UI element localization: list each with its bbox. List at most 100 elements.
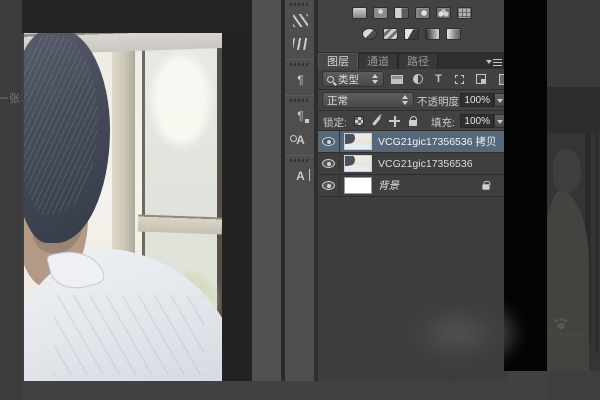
type-layer-icon: T xyxy=(435,73,442,85)
background-dark-band xyxy=(547,87,600,133)
layer-thumbnail[interactable] xyxy=(344,133,372,150)
adjustments-panel xyxy=(318,0,506,52)
tab-paths[interactable]: 路径 xyxy=(398,53,438,69)
filter-pixel-layers-button[interactable] xyxy=(388,71,405,87)
opacity-value: 100% xyxy=(464,95,490,106)
eye-icon xyxy=(322,159,335,168)
layer-name: VCG21gic17356536 xyxy=(378,157,473,170)
filter-kind-label: 类型 xyxy=(338,73,359,86)
dock-grip-handle[interactable] xyxy=(289,159,310,162)
levels-icon[interactable] xyxy=(352,7,367,19)
layer-row-original[interactable]: VCG21gic17356536 xyxy=(318,152,506,175)
fill-value: 100% xyxy=(464,116,490,127)
eye-icon xyxy=(322,137,335,146)
invert-icon[interactable] xyxy=(362,28,377,40)
filter-shape-layers-button[interactable] xyxy=(451,71,468,87)
selective-color-icon[interactable] xyxy=(446,28,461,40)
paragraph-styles-glyph: ¶ xyxy=(297,109,310,123)
filter-kind-dropdown[interactable]: 类型 xyxy=(322,71,384,87)
left-edge-strip: 一张模 xyxy=(0,0,22,400)
character-styles-glyph: A xyxy=(290,133,305,147)
lock-transparent-pixels-icon[interactable] xyxy=(351,114,366,128)
photo-canvas[interactable] xyxy=(24,33,222,381)
opacity-value-field[interactable]: 100% xyxy=(460,93,494,107)
blend-mode-dropdown[interactable]: 正常 xyxy=(322,92,414,108)
dock-separator xyxy=(285,155,314,156)
layer-name: 背景 xyxy=(378,180,399,192)
window-frame-bar xyxy=(137,214,222,235)
paragraph-glyph: ¶ xyxy=(297,73,304,87)
paw-logo-icon xyxy=(555,319,567,329)
brush-icon xyxy=(372,116,381,126)
layer-thumbnail[interactable] xyxy=(344,177,372,194)
layer-row-background[interactable]: 背景 xyxy=(318,174,506,197)
brush-glyph xyxy=(293,38,308,50)
layer-thumbnail[interactable] xyxy=(344,155,372,172)
stepper-icon xyxy=(402,95,409,105)
blend-mode-value: 正常 xyxy=(327,94,348,107)
gradient-map-icon[interactable] xyxy=(425,28,440,40)
panel-menu-button[interactable] xyxy=(486,58,502,67)
checkerboard-icon xyxy=(353,116,364,126)
character-glyph: A xyxy=(296,169,310,183)
character-styles-icon[interactable]: A xyxy=(285,128,316,152)
visibility-toggle[interactable] xyxy=(318,130,340,153)
threshold-icon[interactable] xyxy=(404,28,419,40)
character-panel-icon[interactable]: A xyxy=(285,164,316,188)
paragraph-styles-icon[interactable]: ¶ xyxy=(285,104,316,128)
fill-label: 填充: xyxy=(431,117,455,129)
smart-object-icon xyxy=(475,74,486,84)
menu-arrow-icon xyxy=(486,60,492,64)
background-page-column: gyan.baidu.c xyxy=(547,0,600,400)
man-hair xyxy=(24,33,110,243)
lock-label: 锁定: xyxy=(323,117,347,129)
panel-tab-bar: 图层 通道 路径 xyxy=(318,52,506,69)
color-balance-icon[interactable] xyxy=(373,7,388,19)
brush-panel-icon[interactable] xyxy=(285,32,316,56)
layer-name: VCG21gic17356536 拷贝 xyxy=(378,136,497,148)
dock-grip-handle[interactable] xyxy=(289,3,310,6)
filter-type-layers-button[interactable]: T xyxy=(430,71,447,87)
channel-mixer-icon[interactable] xyxy=(436,7,451,19)
menu-lines-icon xyxy=(493,59,502,66)
background-page-top xyxy=(547,0,600,87)
shape-layer-icon xyxy=(455,74,464,84)
posterize-icon[interactable] xyxy=(383,28,398,40)
dock-grip-handle[interactable] xyxy=(289,99,310,102)
shirt-folds xyxy=(54,295,204,375)
man-head-silhouette xyxy=(553,149,581,193)
dock-separator xyxy=(285,59,314,60)
dimmed-photo-preview: gyan.baidu.c xyxy=(547,133,600,371)
lock-position-icon[interactable] xyxy=(387,114,402,128)
brush-presets-icon[interactable] xyxy=(285,8,316,32)
fill-value-field[interactable]: 100% xyxy=(460,114,494,128)
dock-grip-handle[interactable] xyxy=(289,63,310,66)
photo-filter-icon[interactable] xyxy=(415,7,430,19)
layer-row-copy[interactable]: VCG21gic17356536 拷贝 xyxy=(318,130,506,153)
watermark: gyan.baidu.c xyxy=(549,319,599,338)
visibility-toggle[interactable] xyxy=(318,152,340,175)
paragraph-panel-icon[interactable]: ¶ xyxy=(285,68,316,92)
eye-icon xyxy=(322,181,335,190)
tab-paths-label: 路径 xyxy=(407,56,429,68)
lock-image-pixels-icon[interactable] xyxy=(369,114,384,128)
layers-list: VCG21gic17356536 拷贝 VCG21gic17356536 背景 xyxy=(318,130,506,197)
move-icon xyxy=(389,115,400,127)
tab-layers[interactable]: 图层 xyxy=(318,53,358,69)
dock-separator xyxy=(285,95,314,96)
lock-all-icon[interactable] xyxy=(405,114,420,128)
padlock-icon xyxy=(408,116,418,126)
opacity-label: 不透明度: xyxy=(417,96,462,108)
filter-adjustment-layers-button[interactable] xyxy=(409,71,426,87)
visibility-toggle[interactable] xyxy=(318,174,340,197)
watermark-text: gyan.baidu.c xyxy=(549,332,588,338)
tab-channels-label: 通道 xyxy=(367,56,389,68)
filter-smart-object-button[interactable] xyxy=(472,71,489,87)
black-white-icon[interactable] xyxy=(394,7,409,19)
empty-dock-column xyxy=(252,0,281,381)
tab-channels[interactable]: 通道 xyxy=(358,53,398,69)
canvas-top-margin xyxy=(22,0,252,33)
clipped-page-text: 一张模 xyxy=(0,93,22,105)
color-lookup-icon[interactable] xyxy=(457,7,472,19)
search-icon xyxy=(327,75,334,83)
